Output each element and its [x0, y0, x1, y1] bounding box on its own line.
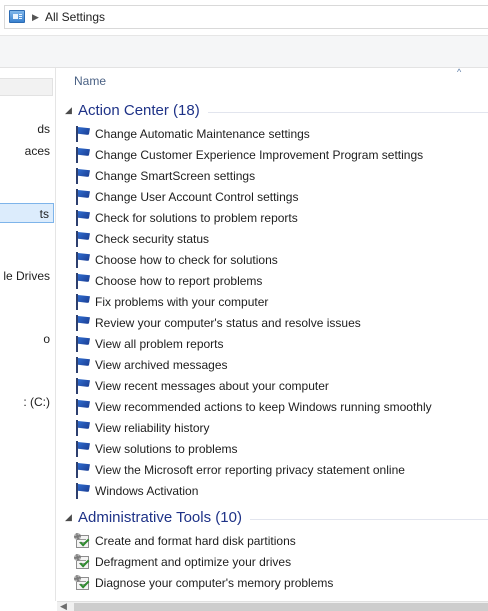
list-item[interactable]: Check for solutions to problem reports	[74, 208, 488, 229]
collapse-chevron-icon[interactable]: ◢	[65, 512, 72, 523]
flag-icon	[74, 315, 91, 332]
scroll-left-icon[interactable]: ◀	[60, 600, 67, 611]
list-item[interactable]: Change User Account Control settings	[74, 187, 488, 208]
flag-icon	[74, 147, 91, 164]
list-item-label: View the Microsoft error reporting priva…	[95, 463, 405, 477]
list-item-label: View archived messages	[95, 358, 228, 372]
flag-icon	[74, 294, 91, 311]
nav-item-selected[interactable]: ts	[0, 203, 54, 223]
flag-icon	[74, 126, 91, 143]
admin-tools-icon	[74, 554, 91, 571]
control-panel-icon	[9, 10, 25, 23]
list-item-label: Check for solutions to problem reports	[95, 211, 298, 225]
list-item-label: View recent messages about your computer	[95, 379, 329, 393]
flag-icon	[74, 336, 91, 353]
flag-icon	[74, 252, 91, 269]
flag-icon	[74, 189, 91, 206]
list-item-label: Defragment and optimize your drives	[95, 555, 292, 569]
list-item[interactable]: Change Customer Experience Improvement P…	[74, 145, 488, 166]
group-title: Action Center (18)	[78, 102, 200, 119]
list-item-label: Change User Account Control settings	[95, 190, 299, 204]
flag-icon	[74, 420, 91, 437]
column-name-header[interactable]: Name	[74, 74, 106, 88]
list-item-label: Review your computer's status and resolv…	[95, 316, 361, 330]
list-item[interactable]: View reliability history	[74, 418, 488, 439]
list-item-label: Create and format hard disk partitions	[95, 534, 296, 548]
list-item-label: Change SmartScreen settings	[95, 169, 256, 183]
list-item[interactable]: Change Automatic Maintenance settings	[74, 124, 488, 145]
flag-icon	[74, 483, 91, 500]
breadcrumb-all-settings[interactable]: All Settings	[45, 10, 105, 24]
nav-item-label: o	[43, 332, 50, 346]
flag-icon	[74, 378, 91, 395]
list-item[interactable]: View archived messages	[74, 355, 488, 376]
nav-item[interactable]: aces	[0, 141, 54, 161]
nav-item-label: le Drives	[3, 269, 50, 283]
list-item[interactable]: Check security status	[74, 229, 488, 250]
nav-item[interactable]: ds	[0, 119, 54, 139]
admin-tools-icon	[74, 575, 91, 592]
flag-icon	[74, 210, 91, 227]
flag-icon	[74, 168, 91, 185]
list-item[interactable]: Change SmartScreen settings	[74, 166, 488, 187]
address-bar: ▶ All Settings	[0, 0, 488, 36]
flag-icon	[74, 441, 91, 458]
nav-item[interactable]: o	[0, 329, 54, 349]
group-header[interactable]: ◢ Administrative Tools (10)	[57, 508, 488, 530]
list-item[interactable]: View solutions to problems	[74, 439, 488, 460]
list-item[interactable]: Fix problems with your computer	[74, 292, 488, 313]
flag-icon	[74, 273, 91, 290]
command-bar	[0, 36, 488, 68]
list-item[interactable]: Defragment and optimize your drives	[74, 552, 488, 573]
list-item[interactable]: View recent messages about your computer	[74, 376, 488, 397]
nav-item[interactable]: : (C:)	[0, 392, 54, 412]
list-item-label: View all problem reports	[95, 337, 224, 351]
list-item[interactable]: Windows Activation	[74, 481, 488, 502]
list-item[interactable]: Create and format hard disk partitions	[74, 531, 488, 552]
list-item[interactable]: Diagnose your computer's memory problems	[74, 573, 488, 594]
list-item-label: Change Customer Experience Improvement P…	[95, 148, 424, 162]
group-header[interactable]: ◢ Action Center (18)	[57, 101, 488, 123]
list-item-label: Windows Activation	[95, 484, 199, 498]
nav-item[interactable]: le Drives	[0, 266, 54, 286]
horizontal-scrollbar[interactable]: ◀	[57, 601, 488, 611]
group-divider	[208, 112, 488, 113]
breadcrumb-separator-icon[interactable]: ▶	[32, 10, 39, 24]
collapse-chevron-icon[interactable]: ◢	[65, 105, 72, 116]
list-item-label: View recommended actions to keep Windows…	[95, 400, 432, 414]
settings-list: Name ^ ◢ Action Center (18) Change Automat…	[57, 68, 488, 601]
list-item-label: Fix problems with your computer	[95, 295, 269, 309]
sort-ascending-icon: ^	[457, 68, 462, 77]
list-item[interactable]: Review your computer's status and resolv…	[74, 313, 488, 334]
group-divider	[250, 519, 488, 520]
nav-item-label: : (C:)	[23, 395, 50, 409]
nav-item-label: aces	[24, 144, 50, 158]
nav-item-label: ds	[37, 122, 50, 136]
navigation-pane: ds aces ts le Drives o : (C:)	[0, 68, 56, 601]
group-title: Administrative Tools (10)	[78, 509, 242, 526]
list-item[interactable]: View the Microsoft error reporting priva…	[74, 460, 488, 481]
flag-icon	[74, 231, 91, 248]
flag-icon	[74, 357, 91, 374]
column-header: Name ^	[57, 68, 488, 94]
list-item-label: View solutions to problems	[95, 442, 238, 456]
list-item[interactable]: View all problem reports	[74, 334, 488, 355]
list-item-label: Change Automatic Maintenance settings	[95, 127, 310, 141]
list-item[interactable]: View recommended actions to keep Windows…	[74, 397, 488, 418]
list-item[interactable]: Choose how to check for solutions	[74, 250, 488, 271]
address-field[interactable]: ▶ All Settings	[4, 5, 488, 29]
flag-icon	[74, 462, 91, 479]
list-item-label: Diagnose your computer's memory problems	[95, 576, 334, 590]
list-item[interactable]: Choose how to report problems	[74, 271, 488, 292]
flag-icon	[74, 399, 91, 416]
scrollbar-thumb[interactable]	[74, 603, 488, 611]
list-item-label: Choose how to check for solutions	[95, 253, 278, 267]
list-item-label: Check security status	[95, 232, 210, 246]
admin-tools-icon	[74, 533, 91, 550]
navigation-pane-header	[0, 78, 53, 96]
list-item-label: View reliability history	[95, 421, 210, 435]
list-item-label: Choose how to report problems	[95, 274, 263, 288]
nav-item-label: ts	[39, 207, 49, 221]
